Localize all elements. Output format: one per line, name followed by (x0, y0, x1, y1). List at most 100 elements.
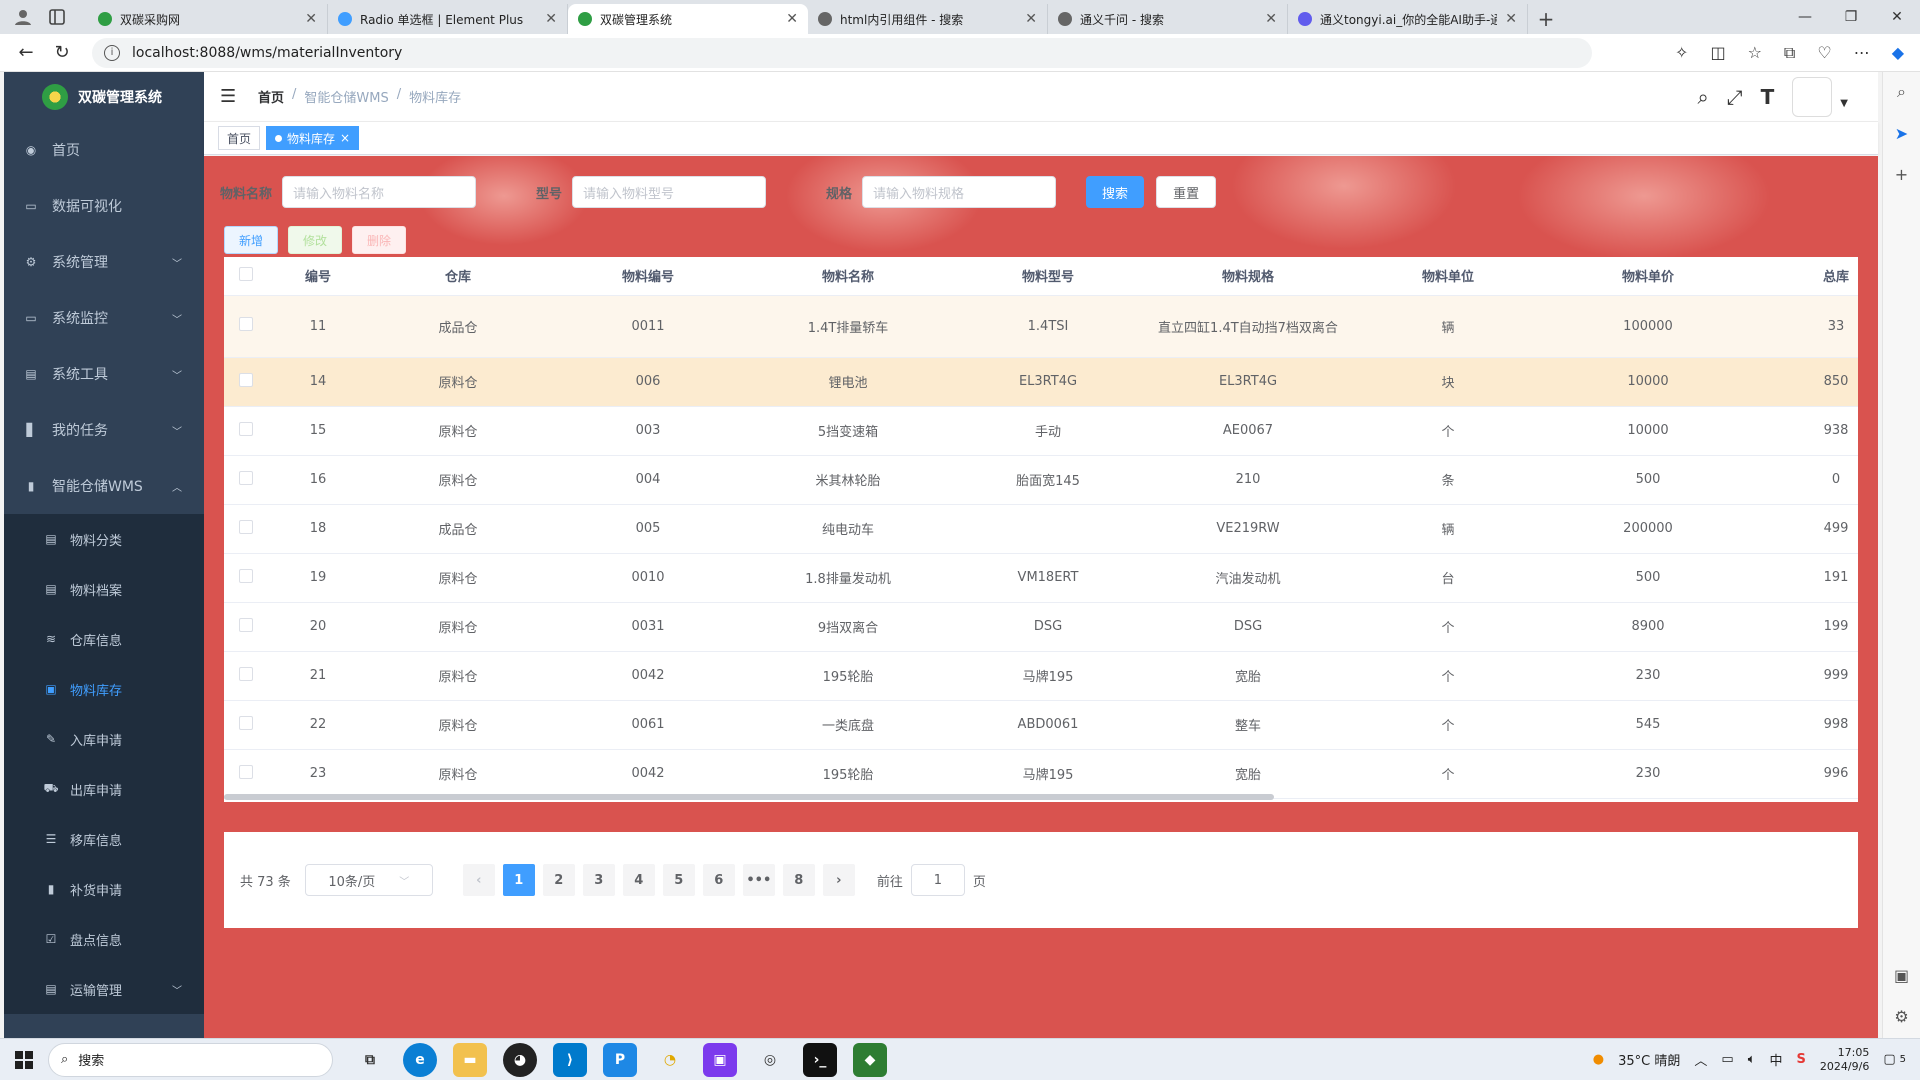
reset-button[interactable]: 重置 (1156, 176, 1217, 208)
sidebar-item[interactable]: ▭ 系统监控 ﹀ (4, 290, 204, 346)
browser-tab[interactable]: Radio 单选框 | Element Plus ✕ (328, 4, 568, 34)
sidebar-logo[interactable]: 双碳管理系统 (4, 72, 204, 122)
browser-tab[interactable]: 双碳管理系统 ✕ (568, 4, 808, 34)
table-row[interactable]: 23 原料仓 0042 195轮胎 马牌195 宽胎个 230 996 (224, 749, 1858, 799)
send-icon[interactable]: ➤ (1895, 124, 1908, 143)
close-tab-icon[interactable]: ✕ (305, 11, 317, 27)
column-header[interactable]: 仓库 (368, 257, 548, 296)
sidebar-item[interactable]: ▮ 智能仓储WMS ︿ (4, 458, 204, 514)
font-size-icon[interactable]: T (1761, 85, 1775, 109)
table-row[interactable]: 21 原料仓 0042 195轮胎 马牌195 宽胎个 230 999 (224, 651, 1858, 701)
next-page-button[interactable]: › (822, 864, 855, 896)
collections-icon[interactable]: ⧉ (1784, 43, 1795, 63)
copilot-icon[interactable]: ◆ (1892, 43, 1904, 63)
table-row[interactable]: 18 成品仓 005 纯电动车 VE219RW 辆 200000 499 (224, 504, 1858, 554)
settings-icon[interactable]: ⚙ (1894, 1007, 1908, 1026)
refresh-icon[interactable]: ↻ (44, 35, 80, 71)
hamburger-icon[interactable]: ☰ (220, 86, 244, 107)
network-icon[interactable]: ▭ (1721, 1052, 1733, 1067)
row-checkbox[interactable] (239, 764, 253, 779)
notification-icon[interactable]: ▢ (1883, 1052, 1895, 1067)
sidebar-subitem[interactable]: ▤ 运输管理 ﹀ (4, 964, 204, 1014)
more-icon[interactable]: ⋯ (1854, 43, 1870, 63)
sidebar-subitem[interactable]: ▮ 补货申请 (4, 864, 204, 914)
page-number-button[interactable]: ••• (742, 864, 775, 896)
tag-view-item[interactable]: 物料库存 × (266, 126, 360, 150)
sidebar-item[interactable]: ▭ 数据可视化 (4, 178, 204, 234)
close-tab-icon[interactable]: ✕ (1505, 11, 1517, 27)
table-row[interactable]: 19 原料仓 0010 1.8排量发动机 VM18ERT 汽油发动机台 500 191 (224, 553, 1858, 603)
taskbar-search[interactable]: ⌕ 搜索 (48, 1042, 333, 1077)
row-checkbox[interactable] (239, 519, 253, 534)
chevron-up-icon[interactable]: ︿ (1694, 1050, 1707, 1069)
close-tab-icon[interactable]: ✕ (1265, 11, 1277, 27)
edge-icon[interactable]: e (403, 1042, 437, 1077)
close-window-icon[interactable]: ✕ (1874, 0, 1920, 34)
breadcrumb-item[interactable]: 首页 (258, 87, 284, 106)
add-icon[interactable]: + (1895, 165, 1908, 184)
vscode-icon[interactable]: ⟩ (553, 1042, 587, 1077)
row-checkbox[interactable] (239, 617, 253, 632)
qq-icon[interactable]: ◕ (503, 1042, 537, 1077)
column-header[interactable]: 物料单位 (1348, 257, 1548, 296)
ime-indicator[interactable]: 中 (1770, 1050, 1783, 1069)
delete-button[interactable]: 删除 (352, 226, 407, 254)
search-input[interactable]: 请输入物料名称 (282, 176, 477, 208)
sidebar-subitem[interactable]: ≋ 仓库信息 (4, 614, 204, 664)
table-row[interactable]: 20 原料仓 0031 9挡双离合 DSG DSG 个 8900 199 (224, 602, 1858, 652)
task-view-icon[interactable]: ⧉ (353, 1043, 387, 1077)
browser-tab[interactable]: 通义tongyi.ai_你的全能AI助手-通 ✕ (1288, 4, 1528, 34)
gem-app-icon[interactable]: ◆ (853, 1042, 887, 1077)
sidebar-subitem[interactable]: ⛟ 出库申请 (4, 764, 204, 814)
table-row[interactable]: 14 原料仓 006 锂电池 EL3RT4G EL3RT4G 块 10000 850 (224, 357, 1858, 407)
avatar[interactable] (1792, 76, 1833, 117)
tab-actions-icon[interactable] (48, 8, 66, 26)
browser-essentials-icon[interactable]: ♡ (1817, 43, 1831, 63)
page-number-button[interactable]: 2 (542, 864, 575, 896)
page-number-button[interactable]: 1 (502, 864, 535, 896)
split-screen-icon[interactable]: ◫ (1710, 43, 1725, 63)
browser-tab[interactable]: 双碳采购网 ✕ (88, 4, 328, 34)
table-row[interactable]: 22 原料仓 0061 一类底盘 ABD0061 整车个 545 998 (224, 700, 1858, 750)
table-row[interactable]: 16 原料仓 004 米其林轮胎 胎面宽145 210 条 500 0 (224, 455, 1858, 505)
back-icon[interactable]: ← (8, 35, 44, 71)
sidebar-subitem[interactable]: ☰ 移库信息 (4, 814, 204, 864)
url-field[interactable]: i localhost:8088/wms/materialInventory (92, 37, 1592, 68)
minimize-icon[interactable]: — (1782, 0, 1828, 34)
row-checkbox[interactable] (239, 421, 253, 436)
clock[interactable]: 17:05 2024/9/6 (1820, 1046, 1869, 1074)
browser-tab[interactable]: html内引用组件 - 搜索 ✕ (808, 4, 1048, 34)
page-number-button[interactable]: 6 (702, 864, 735, 896)
close-tab-icon[interactable]: ✕ (545, 11, 557, 27)
column-header[interactable]: 物料名称 (748, 257, 948, 296)
fullscreen-icon[interactable]: ⤢ (1727, 85, 1743, 109)
intellij-icon[interactable]: ▣ (703, 1042, 737, 1077)
extensions-icon[interactable]: ✧ (1675, 43, 1688, 63)
search-button[interactable]: 搜索 (1086, 176, 1145, 208)
sidebar-subitem[interactable]: ▣ 物料库存 (4, 664, 204, 714)
restore-icon[interactable]: ❐ (1828, 0, 1874, 34)
pet-app-icon[interactable]: ◔ (653, 1043, 687, 1077)
column-header[interactable]: 物料单价 (1548, 257, 1748, 296)
tag-view-item[interactable]: 首页 (218, 126, 261, 150)
favorites-icon[interactable]: ☆ (1748, 43, 1762, 63)
start-button[interactable] (0, 1050, 48, 1069)
close-icon[interactable]: × (340, 131, 350, 145)
select-all-checkbox[interactable] (239, 266, 253, 281)
table-row[interactable]: 15 原料仓 003 5挡变速箱 手动 AE0067 个 10000 938 (224, 406, 1858, 456)
page-number-button[interactable]: 8 (782, 864, 815, 896)
goto-input[interactable]: 1 (910, 864, 965, 896)
p-app-icon[interactable]: P (603, 1042, 637, 1077)
sidebar-item[interactable]: ⚙ 系统管理 ﹀ (4, 234, 204, 290)
browser-tab[interactable]: 通义千问 - 搜索 ✕ (1048, 4, 1288, 34)
chevron-down-icon[interactable]: ▼ (1840, 98, 1848, 109)
page-size-select[interactable]: 10条/页 ﹀ (304, 864, 433, 896)
close-tab-icon[interactable]: ✕ (1025, 11, 1037, 27)
page-number-button[interactable]: 3 (582, 864, 615, 896)
column-header[interactable]: 物料型号 (948, 257, 1148, 296)
file-explorer-icon[interactable]: ▬ (453, 1042, 487, 1077)
screenshot-icon[interactable]: ▣ (1894, 966, 1909, 985)
search-icon[interactable]: ⌕ (1897, 82, 1906, 102)
sidebar-subitem[interactable]: ▤ 物料档案 (4, 564, 204, 614)
obs-icon[interactable]: ◎ (753, 1043, 787, 1077)
